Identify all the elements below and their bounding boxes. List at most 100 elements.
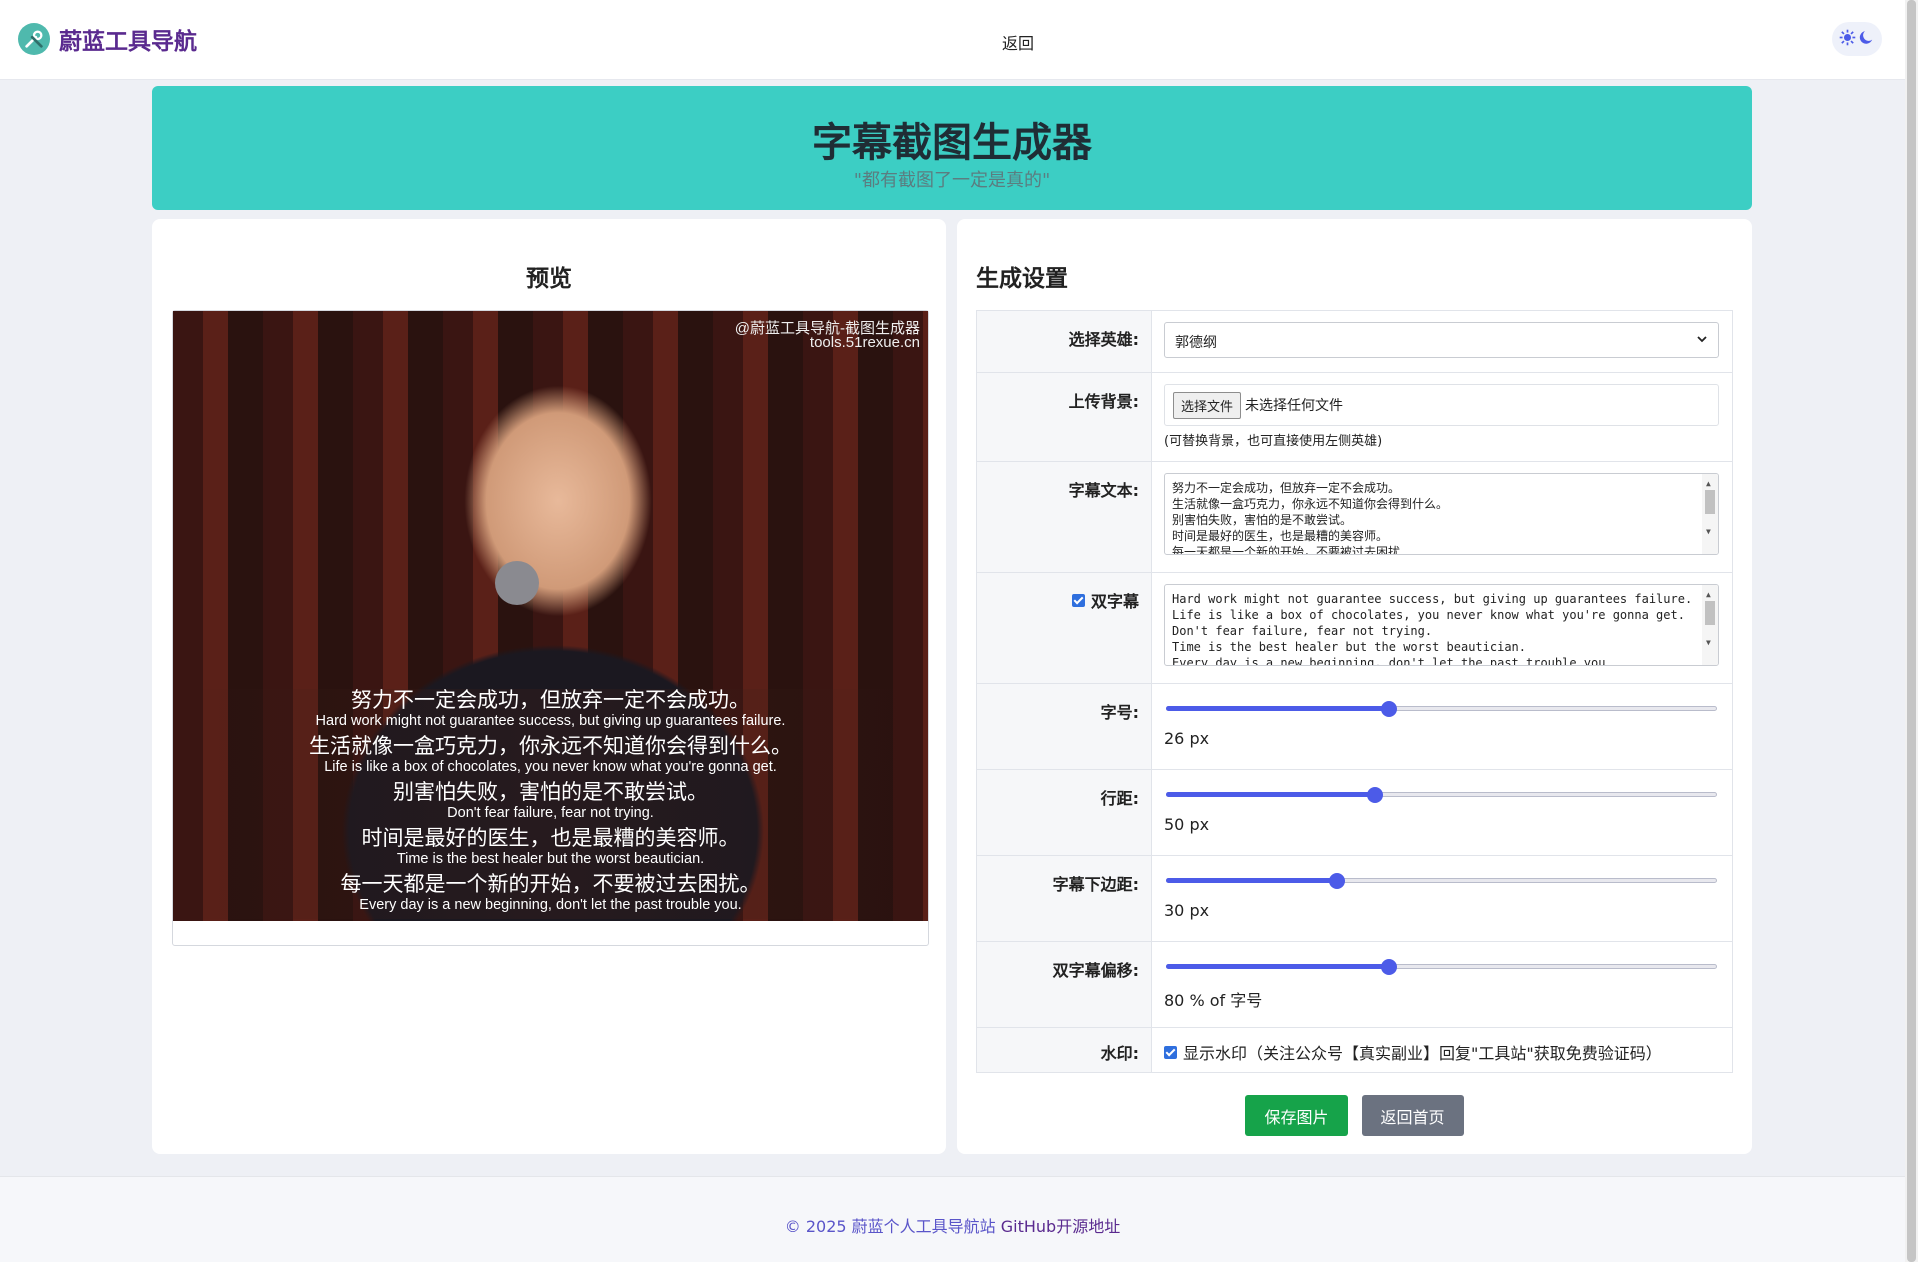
scroll-down-icon[interactable]: ▼ bbox=[1706, 635, 1711, 651]
scroll-down-icon[interactable]: ▼ bbox=[1706, 524, 1711, 540]
subtitle-pair: 生活就像一盒巧克力，你永远不知道你会得到什么。 Life is like a b… bbox=[173, 735, 928, 781]
bottom-margin-cell: 30 px bbox=[1152, 856, 1732, 941]
font-size-cell: 26 px bbox=[1152, 684, 1732, 769]
dual-offset-label: 双字幕偏移: bbox=[977, 942, 1152, 1027]
dual-label: 双字幕 bbox=[1090, 592, 1139, 611]
save-image-button[interactable]: 保存图片 bbox=[1245, 1095, 1348, 1136]
back-link[interactable]: 返回 bbox=[1002, 30, 1034, 54]
font-size-slider[interactable] bbox=[1164, 695, 1719, 721]
subtitle-cn: 别害怕失败，害怕的是不敢尝试。 bbox=[393, 781, 708, 804]
textarea-scrollbar[interactable]: ▲ ▼ bbox=[1702, 474, 1718, 554]
choose-file-button[interactable]: 选择文件 bbox=[1173, 391, 1242, 419]
row-subtitle-text: 字幕文本: 努力不一定会成功，但放弃一定不会成功。 生活就像一盒巧克力，你永远不… bbox=[977, 461, 1732, 572]
background-hint: (可替换背景，也可直接使用左侧英雄) bbox=[1164, 434, 1383, 449]
page-scrollbar-thumb[interactable] bbox=[1907, 0, 1916, 1262]
subtitle-cn: 时间是最好的医生，也是最糟的美容师。 bbox=[361, 827, 740, 850]
textarea-line: Time is the best healer but the worst be… bbox=[1172, 640, 1527, 654]
wrench-screwdriver-icon bbox=[18, 23, 50, 55]
subtitle-pair: 努力不一定会成功，但放弃一定不会成功。 Hard work might not … bbox=[173, 689, 928, 735]
dual-offset-cell: 80 % of 字号 bbox=[1152, 942, 1732, 1027]
subtitle-text-cell: 努力不一定会成功，但放弃一定不会成功。 生活就像一盒巧克力，你永远不知道你会得到… bbox=[1152, 462, 1732, 572]
dual-textarea[interactable]: Hard work might not guarantee success, b… bbox=[1164, 584, 1719, 666]
slider-thumb[interactable] bbox=[1381, 701, 1398, 717]
textarea-scrollbar[interactable]: ▲ ▼ bbox=[1702, 585, 1718, 665]
hero-select[interactable]: 郭德纲 bbox=[1164, 322, 1719, 358]
row-bottom-margin: 字幕下边距: 30 px bbox=[977, 855, 1732, 941]
footer: © 2025 蔚蓝个人工具导航站 GitHub开源地址 bbox=[0, 1176, 1905, 1262]
background-label: 上传背景: bbox=[977, 373, 1152, 461]
row-hero: 选择英雄: 郭德纲 bbox=[977, 311, 1732, 372]
back-home-button[interactable]: 返回首页 bbox=[1361, 1095, 1464, 1136]
dual-checkbox[interactable] bbox=[1071, 593, 1085, 607]
textarea-line: Don't fear failure, fear not trying. bbox=[1172, 624, 1433, 638]
page-scrollbar[interactable] bbox=[1905, 0, 1918, 1262]
hero-label: 选择英雄: bbox=[977, 311, 1152, 372]
slider-thumb[interactable] bbox=[1381, 959, 1398, 975]
textarea-line: Hard work might not guarantee success, b… bbox=[1172, 592, 1693, 606]
moon-icon bbox=[1858, 29, 1875, 50]
line-height-value: 50 px bbox=[1164, 815, 1210, 834]
file-status: 未选择任何文件 bbox=[1245, 398, 1344, 414]
dual-text-cell: Hard work might not guarantee success, b… bbox=[1152, 573, 1732, 683]
preview-image: @蔚蓝工具导航-截图生成器 tools.51rexue.cn 努力不一定会成功，… bbox=[173, 311, 928, 921]
hero-selected-value: 郭德纲 bbox=[1175, 335, 1217, 351]
slider-fill bbox=[1166, 964, 1390, 969]
subtitle-cn: 每一天都是一个新的开始，不要被过去困扰。 bbox=[340, 873, 761, 896]
slider-fill bbox=[1166, 878, 1337, 883]
row-watermark: 水印: 显示水印（关注公众号【真实副业】回复"工具站"获取免费验证码） bbox=[977, 1027, 1732, 1072]
subtitle-textarea[interactable]: 努力不一定会成功，但放弃一定不会成功。 生活就像一盒巧克力，你永远不知道你会得到… bbox=[1164, 473, 1719, 555]
subtitle-en: Don't fear failure, fear not trying. bbox=[447, 805, 654, 821]
subtitle-pair: 别害怕失败，害怕的是不敢尝试。 Don't fear failure, fear… bbox=[173, 781, 928, 827]
hero-value-cell: 郭德纲 bbox=[1152, 311, 1732, 372]
preview-title: 预览 bbox=[526, 266, 572, 292]
page-subtitle: "都有截图了一定是真的" bbox=[853, 170, 1051, 191]
slider-thumb[interactable] bbox=[1367, 787, 1384, 803]
background-file-input[interactable]: 选择文件 未选择任何文件 bbox=[1164, 384, 1719, 426]
brand-title: 蔚蓝工具导航 bbox=[59, 29, 197, 55]
github-link[interactable]: GitHub开源地址 bbox=[1001, 1217, 1120, 1236]
brand[interactable]: 蔚蓝工具导航 bbox=[18, 22, 197, 56]
subtitle-pair: 每一天都是一个新的开始，不要被过去困扰。 Every day is a new … bbox=[173, 873, 928, 919]
textarea-line: 每一天都是一个新的开始，不要被过去困扰 bbox=[1172, 545, 1401, 555]
textarea-scroll-thumb[interactable] bbox=[1705, 601, 1715, 625]
watermark-checkbox-label[interactable]: 显示水印（关注公众号【真实副业】回复"工具站"获取免费验证码） bbox=[1164, 1040, 1720, 1064]
subtitle-cn: 努力不一定会成功，但放弃一定不会成功。 bbox=[351, 689, 750, 712]
bottom-margin-label: 字幕下边距: bbox=[977, 856, 1152, 941]
bottom-margin-value: 30 px bbox=[1164, 901, 1210, 920]
bottom-margin-slider[interactable] bbox=[1164, 867, 1719, 893]
row-font-size: 字号: 26 px bbox=[977, 683, 1732, 769]
subtitle-text-label: 字幕文本: bbox=[977, 462, 1152, 572]
hero-banner: 字幕截图生成器 "都有截图了一定是真的" bbox=[152, 86, 1752, 210]
textarea-scroll-thumb[interactable] bbox=[1705, 490, 1715, 514]
row-background: 上传背景: 选择文件 未选择任何文件 (可替换背景，也可直接使用左侧英雄) bbox=[977, 372, 1732, 461]
watermark-checkbox[interactable] bbox=[1164, 1045, 1177, 1059]
textarea-line: Life is like a box of chocolates, you ne… bbox=[1172, 608, 1685, 622]
background-value-cell: 选择文件 未选择任何文件 (可替换背景，也可直接使用左侧英雄) bbox=[1152, 373, 1732, 461]
theme-toggle[interactable] bbox=[1832, 22, 1882, 56]
watermark-label: 水印: bbox=[977, 1028, 1152, 1072]
preview-frame: @蔚蓝工具导航-截图生成器 tools.51rexue.cn 努力不一定会成功，… bbox=[172, 310, 929, 946]
dual-offset-value: 80 % of 字号 bbox=[1164, 991, 1263, 1010]
dual-checkbox-label[interactable]: 双字幕 bbox=[1071, 588, 1139, 612]
subtitle-en: Hard work might not guarantee success, b… bbox=[315, 713, 786, 729]
textarea-line: 别害怕失败，害怕的是不敢尝试。 bbox=[1172, 513, 1353, 527]
watermark-option-text: 显示水印（关注公众号【真实副业】回复"工具站"获取免费验证码） bbox=[1183, 1044, 1662, 1063]
dual-offset-slider[interactable] bbox=[1164, 953, 1719, 979]
textarea-line: 生活就像一盒巧克力，你永远不知道你会得到什么。 bbox=[1172, 497, 1449, 511]
action-buttons: 保存图片 返回首页 bbox=[957, 1095, 1752, 1136]
settings-title: 生成设置 bbox=[976, 266, 1068, 292]
sun-icon bbox=[1839, 29, 1856, 50]
microphone-shape bbox=[495, 561, 539, 605]
footer-copyright[interactable]: © 2025 蔚蓝个人工具导航站 bbox=[785, 1217, 996, 1236]
slider-thumb[interactable] bbox=[1328, 873, 1345, 889]
textarea-line: 努力不一定会成功，但放弃一定不会成功。 bbox=[1172, 481, 1401, 495]
line-height-slider[interactable] bbox=[1164, 781, 1719, 807]
line-height-cell: 50 px bbox=[1152, 770, 1732, 855]
font-size-label: 字号: bbox=[977, 684, 1152, 769]
chevron-down-icon bbox=[1696, 333, 1708, 349]
row-line-height: 行距: 50 px bbox=[977, 769, 1732, 855]
subtitle-en: Life is like a box of chocolates, you ne… bbox=[324, 759, 777, 775]
textarea-line: Every day is a new beginning, don't let … bbox=[1172, 656, 1613, 666]
slider-fill bbox=[1166, 706, 1390, 711]
row-dual-offset: 双字幕偏移: 80 % of 字号 bbox=[977, 941, 1732, 1027]
